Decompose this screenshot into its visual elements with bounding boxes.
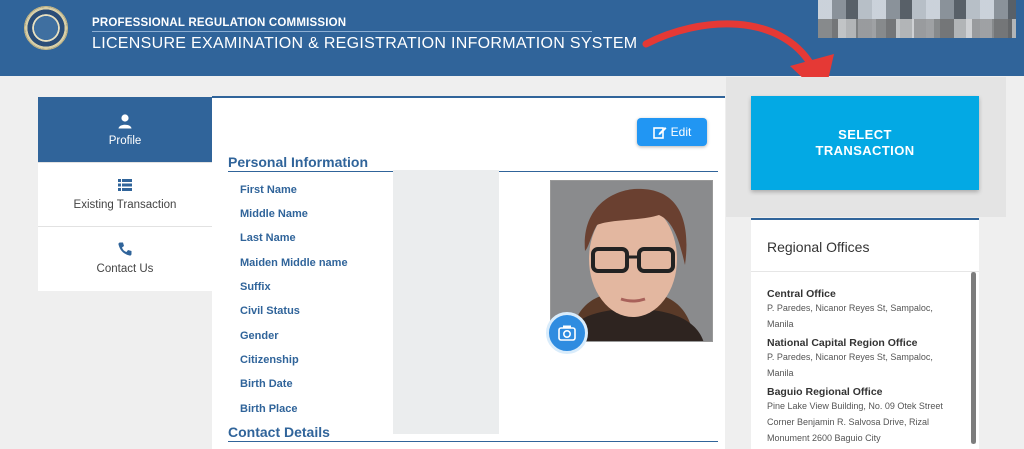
edit-button[interactable]: Edit bbox=[637, 118, 707, 146]
office-baguio: Baguio Regional Office Pine Lake View Bu… bbox=[767, 386, 963, 446]
upload-photo-button[interactable] bbox=[546, 312, 588, 354]
office-name: Baguio Regional Office bbox=[767, 386, 883, 398]
field-label-first-name: First Name bbox=[240, 184, 297, 196]
edit-button-label: Edit bbox=[670, 125, 692, 139]
field-label-middle-name: Middle Name bbox=[240, 208, 308, 220]
regional-offices-scrollbar[interactable] bbox=[971, 272, 976, 444]
camera-icon bbox=[558, 325, 576, 341]
prc-seal-logo bbox=[24, 6, 68, 50]
sidebar-item-label: Existing Transaction bbox=[73, 199, 177, 211]
profile-panel: Edit Personal Information First Name Mid… bbox=[212, 96, 725, 449]
sidebar-item-label: Contact Us bbox=[96, 263, 154, 275]
office-address: Manila bbox=[767, 319, 794, 329]
field-label-civil-status: Civil Status bbox=[240, 305, 300, 317]
field-label-birth-place: Birth Place bbox=[240, 403, 298, 415]
office-name: Central Office bbox=[767, 288, 836, 300]
select-transaction-button[interactable]: SELECT TRANSACTION bbox=[751, 96, 979, 190]
sidebar-item-contact-us[interactable]: Contact Us bbox=[38, 227, 212, 291]
field-label-last-name: Last Name bbox=[240, 232, 296, 244]
field-label-birth-date: Birth Date bbox=[240, 378, 293, 390]
scrollbar-thumb[interactable] bbox=[971, 272, 976, 444]
header-divider bbox=[92, 31, 592, 32]
contact-details-title: Contact Details bbox=[228, 424, 330, 440]
personal-information-title: Personal Information bbox=[228, 154, 369, 170]
field-values-column bbox=[393, 170, 499, 434]
regional-offices-divider bbox=[751, 271, 979, 272]
sidebar-item-label: Profile bbox=[108, 135, 142, 147]
office-name: National Capital Region Office bbox=[767, 337, 918, 349]
list-icon bbox=[118, 179, 132, 191]
office-ncr: National Capital Region Office P. Parede… bbox=[767, 337, 963, 381]
side-navigation: Profile Existing Transaction Contact Us bbox=[38, 97, 220, 291]
select-transaction-label: SELECT TRANSACTION bbox=[815, 127, 915, 158]
office-address: Monument 2600 Baguio City bbox=[767, 433, 881, 443]
sidebar-item-profile[interactable]: Profile bbox=[38, 99, 220, 163]
app-header: PROFESSIONAL REGULATION COMMISSION LICEN… bbox=[0, 0, 1024, 76]
office-address: P. Paredes, Nicanor Reyes St, Sampaloc, bbox=[767, 352, 933, 362]
contact-details-divider bbox=[228, 441, 718, 442]
office-address: Manila bbox=[767, 368, 794, 378]
user-icon bbox=[118, 114, 132, 129]
org-name: PROFESSIONAL REGULATION COMMISSION bbox=[92, 17, 347, 29]
field-label-citizenship: Citizenship bbox=[240, 354, 299, 366]
sidebar-item-existing-transaction[interactable]: Existing Transaction bbox=[38, 163, 212, 227]
office-address: P. Paredes, Nicanor Reyes St, Sampaloc, bbox=[767, 303, 933, 313]
field-label-suffix: Suffix bbox=[240, 281, 271, 293]
field-label-gender: Gender bbox=[240, 330, 279, 342]
blurred-user-info-lower bbox=[818, 19, 1016, 38]
regional-offices-panel: Regional Offices Central Office P. Pared… bbox=[751, 218, 979, 449]
field-label-maiden-middle-name: Maiden Middle name bbox=[240, 257, 348, 269]
edit-icon bbox=[652, 127, 667, 139]
phone-icon bbox=[118, 242, 132, 256]
office-central: Central Office P. Paredes, Nicanor Reyes… bbox=[767, 288, 963, 332]
office-address: Pine Lake View Building, No. 09 Otek Str… bbox=[767, 401, 943, 411]
office-address: Corner Benjamin R. Salvosa Drive, Rizal bbox=[767, 417, 930, 427]
regional-offices-title: Regional Offices bbox=[767, 239, 870, 255]
system-name: LICENSURE EXAMINATION & REGISTRATION INF… bbox=[92, 35, 638, 52]
